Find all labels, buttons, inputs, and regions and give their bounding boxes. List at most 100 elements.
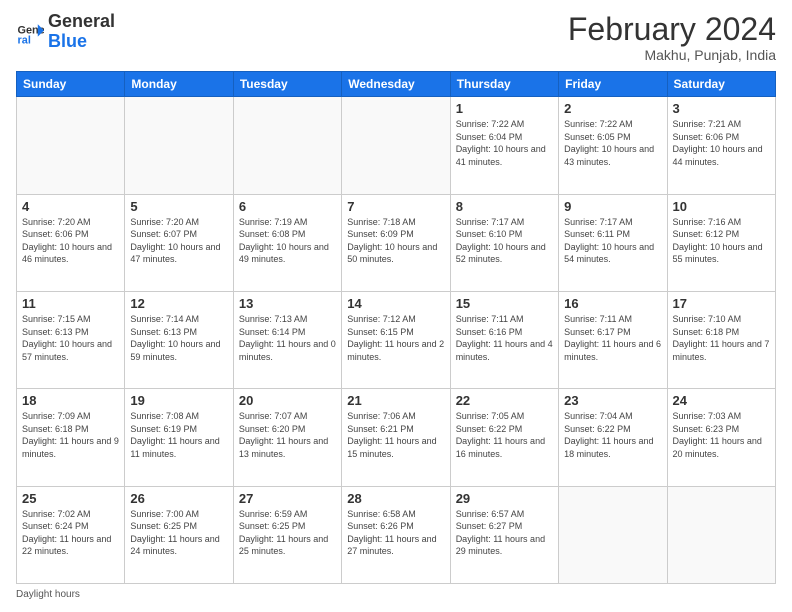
day-number: 4	[22, 199, 119, 214]
location: Makhu, Punjab, India	[568, 47, 776, 63]
calendar-cell: 27 Sunrise: 6:59 AM Sunset: 6:25 PM Dayli…	[233, 486, 341, 583]
day-info: Sunrise: 7:06 AM Sunset: 6:21 PM Dayligh…	[347, 410, 444, 460]
day-info: Sunrise: 7:22 AM Sunset: 6:04 PM Dayligh…	[456, 118, 553, 168]
calendar-cell: 10 Sunrise: 7:16 AM Sunset: 6:12 PM Dayli…	[667, 194, 775, 291]
day-number: 28	[347, 491, 444, 506]
calendar-cell: 7 Sunrise: 7:18 AM Sunset: 6:09 PM Daylig…	[342, 194, 450, 291]
day-info: Sunrise: 7:17 AM Sunset: 6:10 PM Dayligh…	[456, 216, 553, 266]
calendar-cell: 16 Sunrise: 7:11 AM Sunset: 6:17 PM Dayli…	[559, 291, 667, 388]
calendar-cell: 18 Sunrise: 7:09 AM Sunset: 6:18 PM Dayli…	[17, 389, 125, 486]
calendar-cell: 21 Sunrise: 7:06 AM Sunset: 6:21 PM Dayli…	[342, 389, 450, 486]
day-info: Sunrise: 7:18 AM Sunset: 6:09 PM Dayligh…	[347, 216, 444, 266]
day-number: 9	[564, 199, 661, 214]
week-row-3: 18 Sunrise: 7:09 AM Sunset: 6:18 PM Dayli…	[17, 389, 776, 486]
day-header-sunday: Sunday	[17, 72, 125, 97]
day-info: Sunrise: 7:21 AM Sunset: 6:06 PM Dayligh…	[673, 118, 770, 168]
day-info: Sunrise: 7:22 AM Sunset: 6:05 PM Dayligh…	[564, 118, 661, 168]
calendar-cell: 25 Sunrise: 7:02 AM Sunset: 6:24 PM Dayli…	[17, 486, 125, 583]
day-number: 18	[22, 393, 119, 408]
day-number: 24	[673, 393, 770, 408]
day-number: 8	[456, 199, 553, 214]
day-info: Sunrise: 7:05 AM Sunset: 6:22 PM Dayligh…	[456, 410, 553, 460]
day-number: 5	[130, 199, 227, 214]
day-header-saturday: Saturday	[667, 72, 775, 97]
day-info: Sunrise: 7:07 AM Sunset: 6:20 PM Dayligh…	[239, 410, 336, 460]
day-number: 21	[347, 393, 444, 408]
day-header-thursday: Thursday	[450, 72, 558, 97]
day-number: 16	[564, 296, 661, 311]
day-number: 6	[239, 199, 336, 214]
day-info: Sunrise: 7:12 AM Sunset: 6:15 PM Dayligh…	[347, 313, 444, 363]
calendar-cell	[342, 97, 450, 194]
day-info: Sunrise: 6:57 AM Sunset: 6:27 PM Dayligh…	[456, 508, 553, 558]
calendar-cell: 26 Sunrise: 7:00 AM Sunset: 6:25 PM Dayli…	[125, 486, 233, 583]
day-number: 17	[673, 296, 770, 311]
calendar-cell: 8 Sunrise: 7:17 AM Sunset: 6:10 PM Daylig…	[450, 194, 558, 291]
calendar-cell: 11Sunrise: 7:15 AM Sunset: 6:13 PM Dayli…	[17, 291, 125, 388]
day-info: Sunrise: 7:11 AM Sunset: 6:16 PM Dayligh…	[456, 313, 553, 363]
day-info: Sunrise: 7:17 AM Sunset: 6:11 PM Dayligh…	[564, 216, 661, 266]
calendar-table: SundayMondayTuesdayWednesdayThursdayFrid…	[16, 71, 776, 584]
calendar-cell	[17, 97, 125, 194]
logo-text: GeneralBlue	[48, 12, 115, 52]
calendar-cell: 2Sunrise: 7:22 AM Sunset: 6:05 PM Daylig…	[559, 97, 667, 194]
day-info: Sunrise: 7:19 AM Sunset: 6:08 PM Dayligh…	[239, 216, 336, 266]
day-number: 12	[130, 296, 227, 311]
day-info: Sunrise: 7:08 AM Sunset: 6:19 PM Dayligh…	[130, 410, 227, 460]
week-row-2: 11Sunrise: 7:15 AM Sunset: 6:13 PM Dayli…	[17, 291, 776, 388]
calendar-cell: 29 Sunrise: 6:57 AM Sunset: 6:27 PM Dayli…	[450, 486, 558, 583]
calendar-cell: 4 Sunrise: 7:20 AM Sunset: 6:06 PM Daylig…	[17, 194, 125, 291]
week-row-0: 1 Sunrise: 7:22 AM Sunset: 6:04 PM Daylig…	[17, 97, 776, 194]
day-info: Sunrise: 7:09 AM Sunset: 6:18 PM Dayligh…	[22, 410, 119, 460]
day-info: Sunrise: 7:14 AM Sunset: 6:13 PM Dayligh…	[130, 313, 227, 363]
day-info: Sunrise: 7:20 AM Sunset: 6:06 PM Dayligh…	[22, 216, 119, 266]
calendar-cell: 13 Sunrise: 7:13 AM Sunset: 6:14 PM Dayli…	[233, 291, 341, 388]
day-header-tuesday: Tuesday	[233, 72, 341, 97]
month-title: February 2024	[568, 12, 776, 47]
day-number: 13	[239, 296, 336, 311]
day-number: 7	[347, 199, 444, 214]
day-number: 14	[347, 296, 444, 311]
logo-icon: Gene ral	[16, 18, 44, 46]
day-header-wednesday: Wednesday	[342, 72, 450, 97]
calendar-cell: 17 Sunrise: 7:10 AM Sunset: 6:18 PM Dayli…	[667, 291, 775, 388]
day-number: 23	[564, 393, 661, 408]
header: Gene ral GeneralBlue February 2024 Makhu…	[16, 12, 776, 63]
week-row-1: 4 Sunrise: 7:20 AM Sunset: 6:06 PM Daylig…	[17, 194, 776, 291]
day-number: 27	[239, 491, 336, 506]
day-info: Sunrise: 6:58 AM Sunset: 6:26 PM Dayligh…	[347, 508, 444, 558]
day-info: Sunrise: 7:02 AM Sunset: 6:24 PM Dayligh…	[22, 508, 119, 558]
day-info: Sunrise: 6:59 AM Sunset: 6:25 PM Dayligh…	[239, 508, 336, 558]
svg-text:ral: ral	[18, 34, 31, 45]
calendar-cell: 24Sunrise: 7:03 AM Sunset: 6:23 PM Dayli…	[667, 389, 775, 486]
day-info: Sunrise: 7:13 AM Sunset: 6:14 PM Dayligh…	[239, 313, 336, 363]
day-info: Sunrise: 7:11 AM Sunset: 6:17 PM Dayligh…	[564, 313, 661, 363]
day-info: Sunrise: 7:16 AM Sunset: 6:12 PM Dayligh…	[673, 216, 770, 266]
calendar-cell: 28 Sunrise: 6:58 AM Sunset: 6:26 PM Dayli…	[342, 486, 450, 583]
calendar-cell: 5 Sunrise: 7:20 AM Sunset: 6:07 PM Daylig…	[125, 194, 233, 291]
calendar-cell	[233, 97, 341, 194]
day-number: 15	[456, 296, 553, 311]
calendar-cell: 3 Sunrise: 7:21 AM Sunset: 6:06 PM Daylig…	[667, 97, 775, 194]
calendar-cell	[667, 486, 775, 583]
day-number: 3	[673, 101, 770, 116]
day-number: 25	[22, 491, 119, 506]
page: Gene ral GeneralBlue February 2024 Makhu…	[0, 0, 792, 612]
day-number: 1	[456, 101, 553, 116]
day-info: Sunrise: 7:04 AM Sunset: 6:22 PM Dayligh…	[564, 410, 661, 460]
day-header-monday: Monday	[125, 72, 233, 97]
day-number: 20	[239, 393, 336, 408]
day-number: 29	[456, 491, 553, 506]
day-info: Sunrise: 7:20 AM Sunset: 6:07 PM Dayligh…	[130, 216, 227, 266]
day-info: Sunrise: 7:10 AM Sunset: 6:18 PM Dayligh…	[673, 313, 770, 363]
day-number: 10	[673, 199, 770, 214]
day-number: 22	[456, 393, 553, 408]
calendar-cell: 15 Sunrise: 7:11 AM Sunset: 6:16 PM Dayli…	[450, 291, 558, 388]
day-number: 26	[130, 491, 227, 506]
day-number: 19	[130, 393, 227, 408]
calendar-cell: 23 Sunrise: 7:04 AM Sunset: 6:22 PM Dayli…	[559, 389, 667, 486]
calendar-cell: 9 Sunrise: 7:17 AM Sunset: 6:11 PM Daylig…	[559, 194, 667, 291]
day-info: Sunrise: 7:00 AM Sunset: 6:25 PM Dayligh…	[130, 508, 227, 558]
calendar-cell: 12 Sunrise: 7:14 AM Sunset: 6:13 PM Dayli…	[125, 291, 233, 388]
calendar-cell: 14 Sunrise: 7:12 AM Sunset: 6:15 PM Dayli…	[342, 291, 450, 388]
